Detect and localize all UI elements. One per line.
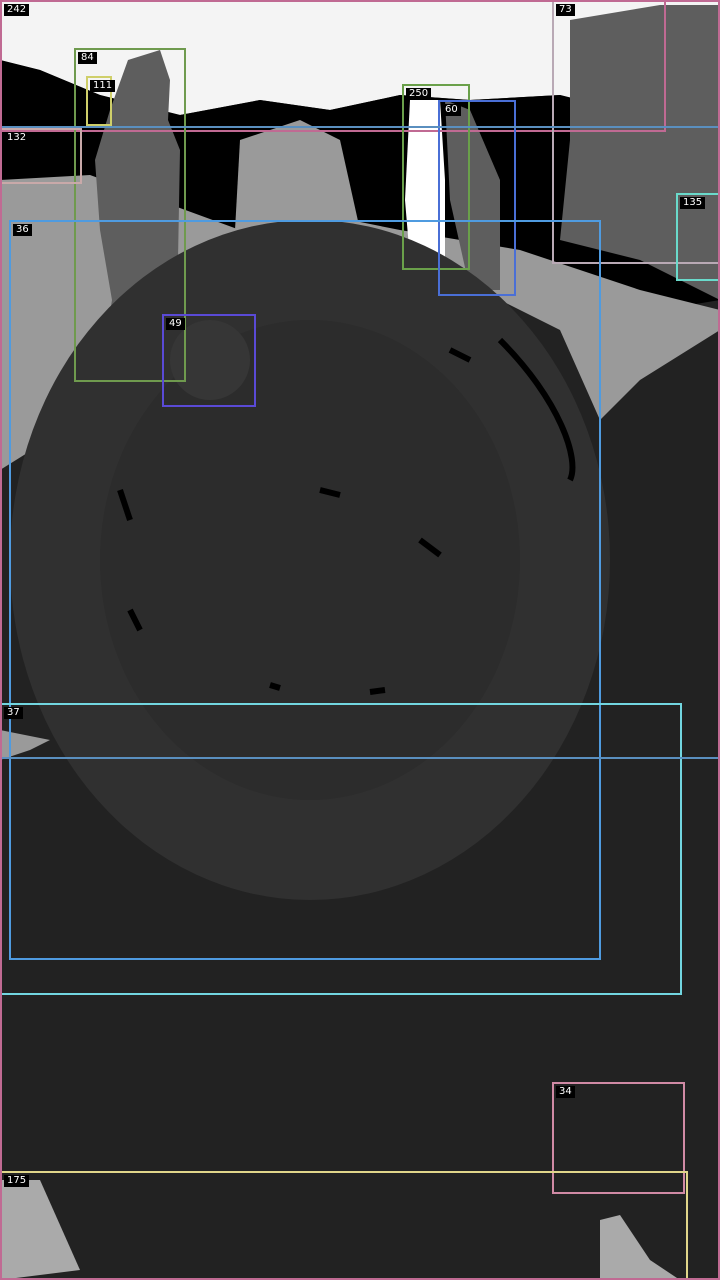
segmentation-canvas: 242 73 84 111 132 250 60 135 36 49 37 34…: [0, 0, 720, 1280]
outer-frame: [0, 0, 720, 1280]
